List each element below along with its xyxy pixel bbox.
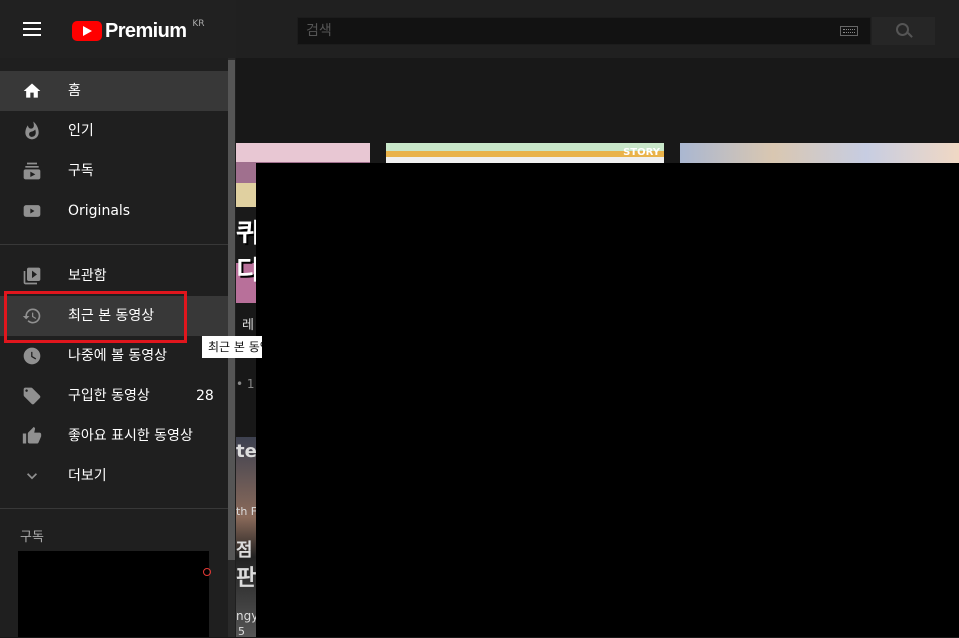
search-input[interactable] [298,18,828,44]
sidebar-item-label: 최근 본 동영상 [68,308,155,324]
sidebar-item-label: 홈 [68,83,81,99]
top-bar-left: Premium KR [0,0,236,58]
fire-icon [25,121,39,140]
video-thumbnail-2[interactable]: STORY [386,143,664,163]
video-thumbnail-3[interactable] [680,143,959,163]
search-box [297,17,871,45]
thumbnail-text-fragment: 점 [236,540,253,561]
thumbs-up-icon [22,426,42,444]
sidebar-item-label: Originals [68,203,131,219]
sidebar-item-label: 좋아요 표시한 동영상 [68,428,193,444]
video-meta-fragment: 5 [238,625,245,638]
redacted-subscriptions-list [18,551,209,637]
thumbnail-text-fragment: 판 [236,566,257,591]
purchases-count: 28 [196,388,214,404]
logo-text: Premium [105,20,187,42]
sidebar-item-liked-videos[interactable]: 좋아요 표시한 동영상 [0,416,228,456]
search-button[interactable] [872,17,935,45]
sidebar-item-history[interactable]: 최근 본 동영상 [0,296,228,336]
library-icon [23,267,41,285]
sidebar-item-label: 인기 [68,123,94,139]
sidebar-item-label: 보관함 [68,268,107,284]
sidebar-item-subscriptions[interactable]: 구독 [0,151,228,191]
keyboard-icon[interactable] [840,26,858,36]
clock-icon [23,347,41,365]
sidebar-item-label: 구독 [68,163,94,179]
page-header-area [236,58,959,143]
sidebar-item-label: 더보기 [68,468,107,484]
notification-dot-icon [203,568,211,576]
sidebar-divider [0,508,228,509]
sidebar-item-label: 나중에 볼 동영상 [68,348,168,364]
thumbnail-text-fragment: te [236,441,257,462]
chevron-down-icon [27,473,37,480]
sidebar-scrollbar-thumb[interactable] [228,60,235,560]
hamburger-menu-icon[interactable] [20,19,44,39]
sidebar-item-originals[interactable]: Originals [0,191,228,231]
thumbnail-story-label: STORY [623,147,660,158]
subscriptions-section-title: 구독 [20,530,44,545]
thumbnail-text-fragment: th F [236,505,258,518]
youtube-play-logo-icon [72,21,102,41]
sidebar-item-home[interactable]: 홈 [0,71,228,111]
sidebar-item-label: 구입한 동영상 [68,388,150,404]
video-title-fragment: 레 [242,318,254,333]
youtube-premium-logo[interactable]: Premium KR [72,17,205,43]
sidebar-item-purchases[interactable]: 구입한 동영상 28 [0,376,228,416]
sidebar-item-show-more[interactable]: 더보기 [0,456,228,496]
video-meta-fragment: • 1 [236,377,255,391]
history-icon [22,308,41,324]
youtube-play-icon [23,205,41,217]
sidebar-item-watch-later[interactable]: 나중에 볼 동영상 [0,336,228,376]
subscriptions-icon [23,162,41,180]
home-icon [23,83,41,98]
logo-region: KR [192,19,205,29]
tooltip: 최근 본 동영상 [202,336,262,358]
sidebar-divider [0,244,228,245]
tag-icon [23,387,41,405]
sidebar-item-library[interactable]: 보관함 [0,256,228,296]
video-title-fragment: ngy [236,609,259,623]
redacted-content-area [256,163,959,637]
sidebar-item-trending[interactable]: 인기 [0,111,228,151]
